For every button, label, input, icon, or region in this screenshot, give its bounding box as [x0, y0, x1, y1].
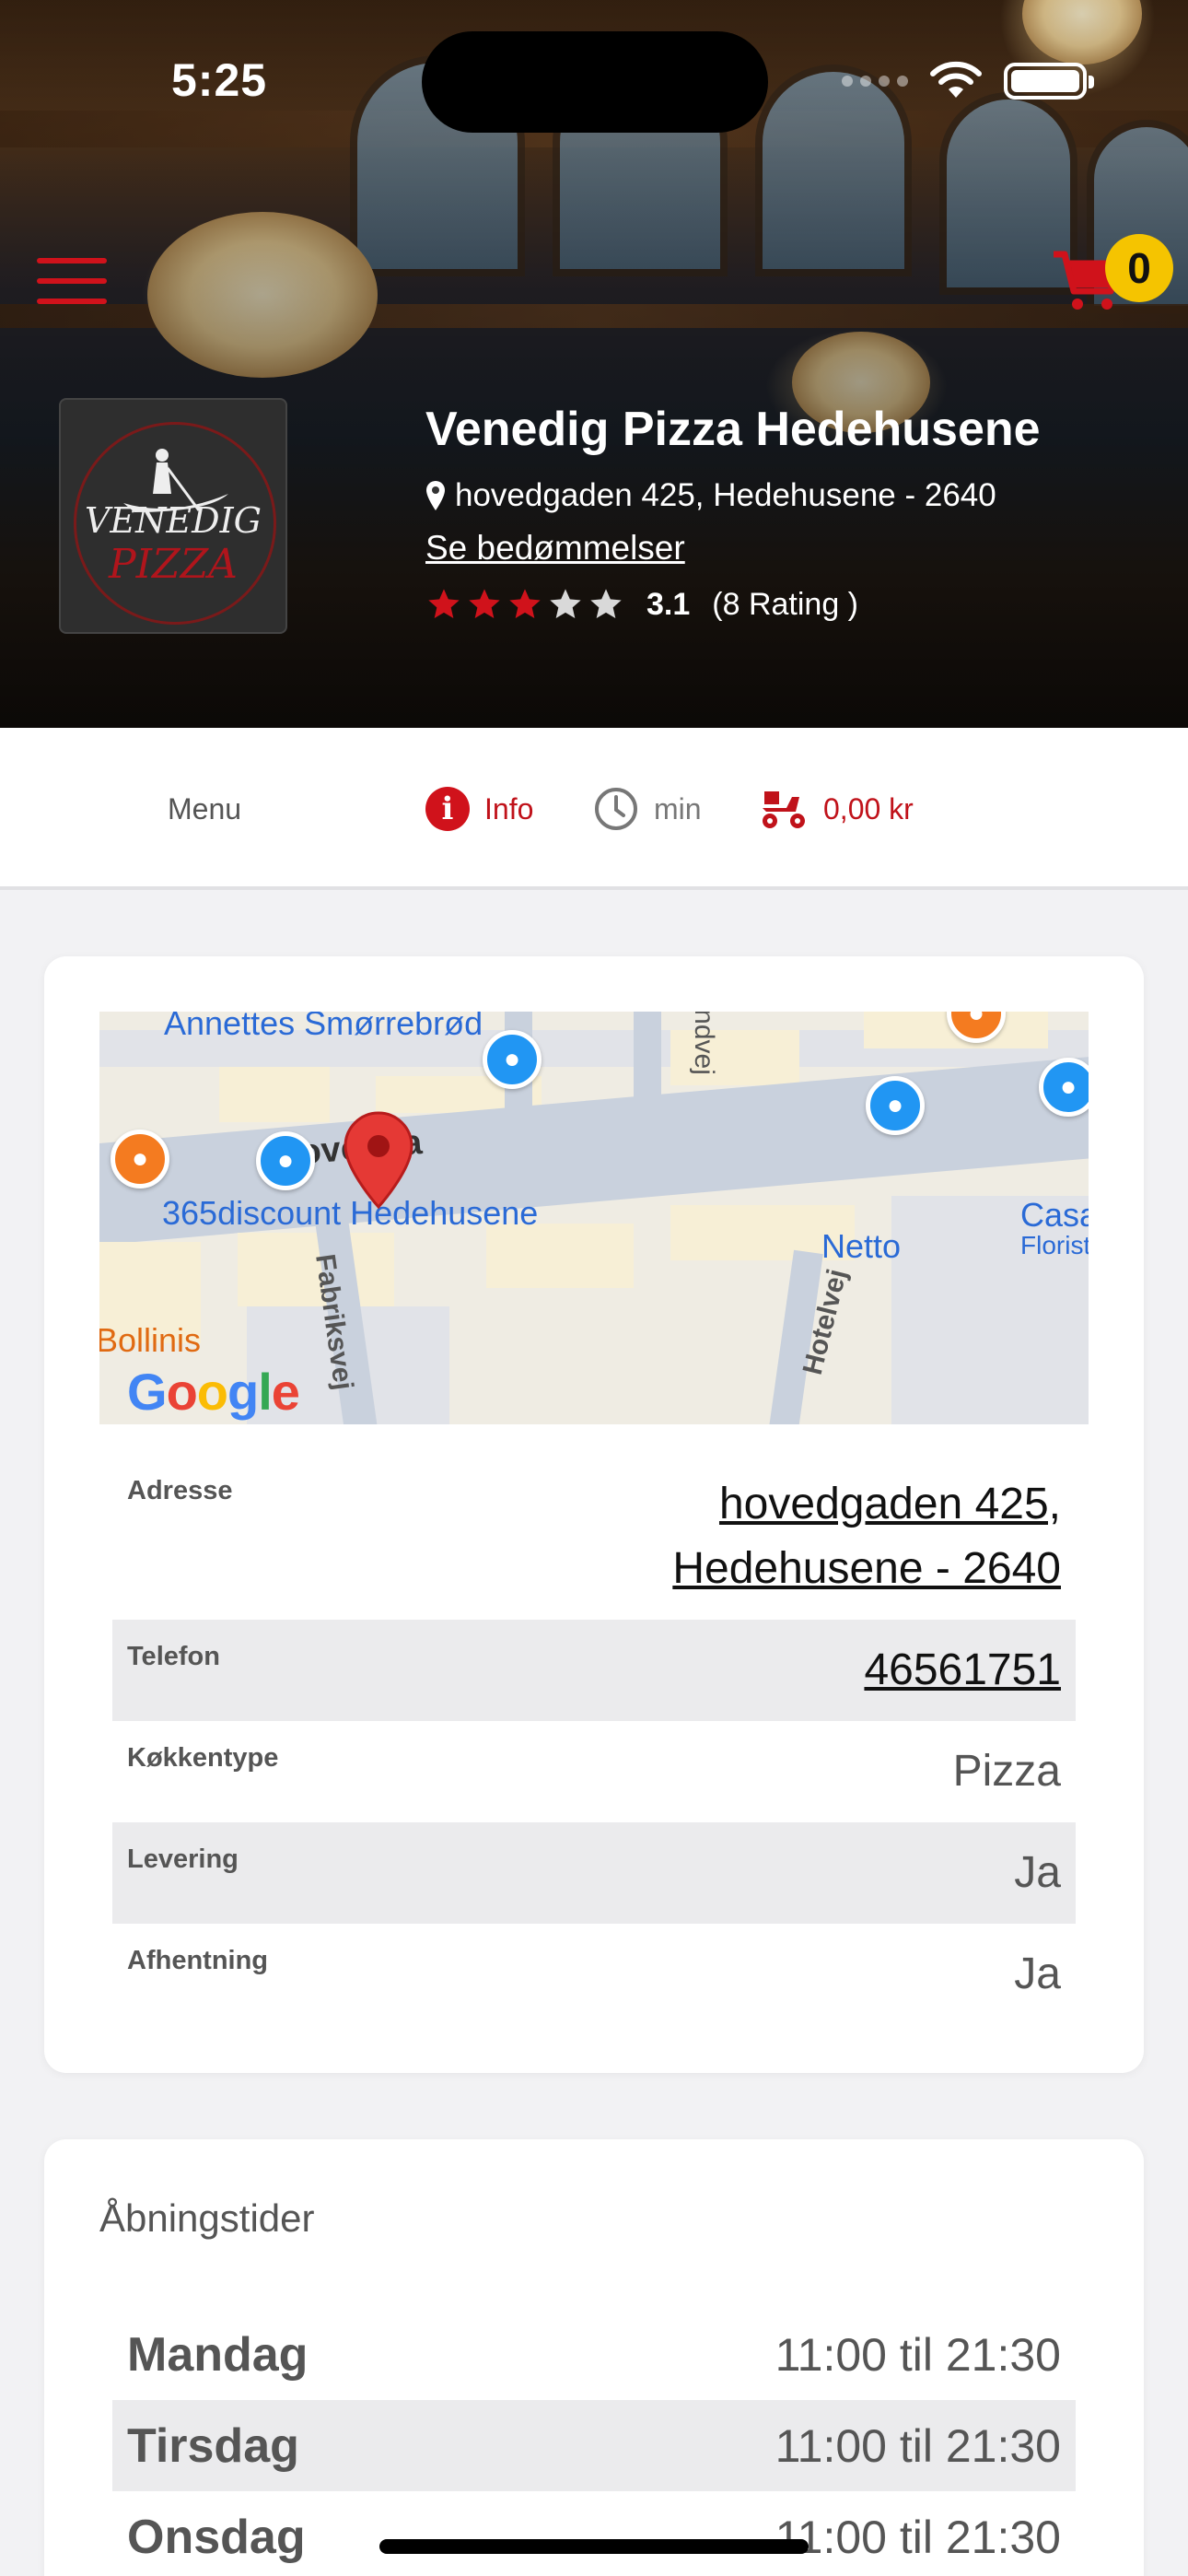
info-row-pickup: Afhentning Ja [112, 1924, 1076, 2025]
info-row-phone: Telefon 46561751 [112, 1620, 1076, 1721]
address-label: Adresse [127, 1476, 233, 1505]
google-letter: g [227, 1363, 259, 1421]
menu-hamburger-button[interactable] [37, 258, 107, 304]
hours-time: 11:00 til 21:30 [775, 2419, 1061, 2472]
hours-day: Onsdag [127, 2510, 306, 2564]
map-marker-icon [344, 1111, 413, 1210]
phone-link[interactable]: 46561751 [864, 1638, 1061, 1703]
restaurant-address-text: hovedgaden 425, Hedehusene - 2640 [455, 477, 996, 513]
google-letter: G [127, 1363, 168, 1421]
wifi-icon [930, 61, 982, 98]
restaurant-address: hovedgaden 425, Hedehusene - 2640 [425, 477, 996, 514]
info-row-cuisine: Køkkentype Pizza [112, 1721, 1076, 1822]
status-time: 5:25 [171, 54, 268, 106]
phone-label: Telefon [127, 1642, 220, 1671]
shop-poi-icon: ● [483, 1030, 542, 1089]
map-label-bollinis: Bollinis [99, 1321, 202, 1359]
cart-count-badge[interactable]: 0 [1105, 234, 1173, 302]
opening-hours-card: Åbningstider Mandag 11:00 til 21:30 Tirs… [44, 2139, 1144, 2576]
hours-row: Tirsdag 11:00 til 21:30 [112, 2400, 1076, 2491]
rating-value: 3.1 [646, 586, 691, 622]
google-letter: o [166, 1363, 198, 1421]
restaurant-info-screen: 5:25 0 VENEDIG PIZZA Venedig Pizza Hedeh… [0, 0, 1188, 2576]
opening-hours-table: Mandag 11:00 til 21:30 Tirsdag 11:00 til… [112, 2309, 1076, 2576]
map-label-casa: Casa [1020, 1196, 1089, 1234]
map-label-florist: Florist [1020, 1231, 1089, 1259]
tab-time-label: min [654, 791, 702, 825]
hours-day: Tirsdag [127, 2418, 299, 2473]
delivery-label: Levering [127, 1844, 239, 1874]
dynamic-island [422, 31, 768, 133]
tab-bar: Menu i Info min 0,00 kr [0, 728, 1188, 890]
google-letter: l [258, 1363, 273, 1421]
address-line-1: hovedgaden 425, [718, 1480, 1061, 1528]
tab-info[interactable]: i Info [425, 728, 533, 890]
see-reviews-link[interactable]: Se bedømmelser [425, 529, 685, 568]
google-logo: Google [127, 1362, 300, 1422]
cuisine-value: Pizza [952, 1747, 1061, 1796]
hours-day: Mandag [127, 2327, 309, 2382]
google-letter: e [271, 1363, 300, 1421]
location-pin-icon [426, 481, 445, 510]
info-icon: i [425, 787, 470, 831]
map-label-andvej: ndvej [688, 1012, 719, 1075]
location-map[interactable]: Annettes Smørrebrød ndvej Hovedga 365dis… [99, 1012, 1089, 1424]
info-table: Adresse hovedgaden 425, Hedehusene - 264… [112, 1454, 1076, 2025]
address-line-2: Hedehusene - 2640 [672, 1544, 1061, 1593]
rating-stars [425, 586, 624, 623]
cart-poi-icon: ● [256, 1131, 315, 1190]
hours-row: Mandag 11:00 til 21:30 [112, 2309, 1076, 2400]
star-empty-icon [590, 589, 622, 618]
map-label-netto: Netto [821, 1227, 902, 1265]
rating-count: (8 Rating ) [712, 586, 858, 622]
cuisine-label: Køkkentype [127, 1743, 279, 1773]
tab-info-label: Info [484, 791, 534, 825]
opening-hours-title: Åbningstider [99, 2196, 315, 2240]
logo-text-top: VENEDIG [84, 499, 262, 541]
restaurant-name: Venedig Pizza Hedehusene [425, 403, 1041, 456]
star-empty-icon [550, 589, 581, 618]
star-filled-icon [469, 589, 500, 618]
tab-menu-label: Menu [168, 791, 242, 825]
map-road [634, 1012, 661, 1113]
address-link[interactable]: hovedgaden 425, Hedehusene - 2640 [672, 1472, 1061, 1601]
tab-delivery-fee[interactable]: 0,00 kr [759, 728, 914, 890]
hero-banner: 5:25 0 VENEDIG PIZZA Venedig Pizza Hedeh… [0, 0, 1188, 728]
clock-icon [595, 788, 637, 830]
delivery-value: Ja [1014, 1848, 1061, 1897]
map-block [219, 1067, 330, 1122]
status-icons [842, 61, 1094, 101]
rating-row: 3.1 (8 Rating ) [425, 586, 858, 623]
info-row-delivery: Levering Ja [112, 1822, 1076, 1924]
info-row-address: Adresse hovedgaden 425, Hedehusene - 264… [112, 1454, 1076, 1620]
info-card: Annettes Smørrebrød ndvej Hovedga 365dis… [44, 956, 1144, 2073]
signal-icon [842, 76, 908, 87]
tab-fee-label: 0,00 kr [823, 791, 914, 825]
tab-delivery-time[interactable]: min [593, 728, 702, 890]
pickup-value: Ja [1014, 1950, 1061, 1998]
star-filled-icon [428, 589, 460, 618]
logo-text-bottom: PIZZA [109, 540, 238, 588]
star-filled-icon [509, 589, 541, 618]
map-label-annettes: Annettes Smørrebrød [164, 1012, 483, 1042]
pickup-label: Afhentning [127, 1946, 269, 1975]
map-block [486, 1224, 634, 1288]
cart-poi-icon: ● [866, 1076, 925, 1135]
battery-icon [1004, 63, 1094, 100]
restaurant-poi-icon: ● [111, 1130, 169, 1188]
google-letter: o [196, 1363, 228, 1421]
hours-time: 11:00 til 21:30 [775, 2511, 1061, 2563]
home-indicator[interactable] [379, 2539, 809, 2554]
delivery-scooter-icon [763, 791, 805, 828]
tab-menu[interactable]: Menu [168, 728, 241, 890]
restaurant-logo: VENEDIG PIZZA [59, 398, 287, 634]
hours-time: 11:00 til 21:30 [775, 2328, 1061, 2381]
hours-row: Onsdag 11:00 til 21:30 [112, 2491, 1076, 2576]
